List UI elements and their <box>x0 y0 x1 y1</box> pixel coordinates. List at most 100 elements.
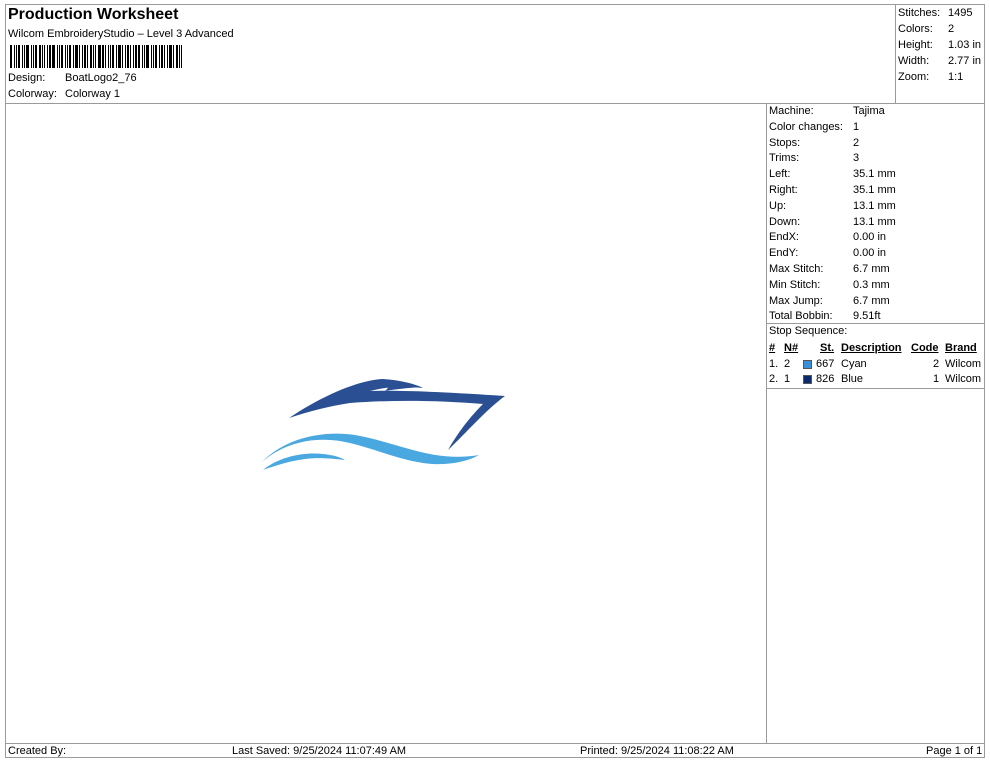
col-num: # <box>769 342 776 354</box>
barcode-bar <box>142 45 143 68</box>
design-name: BoatLogo2_76 <box>65 72 137 84</box>
machine-properties: Machine: Tajima Color changes: 1 Stops: 2 T… <box>769 104 985 325</box>
barcode-bar <box>26 45 29 68</box>
colorway-row: Colorway: Colorway 1 <box>8 88 120 100</box>
barcode-bar <box>118 45 121 68</box>
barcode-bar <box>14 45 15 68</box>
summary-panel: Stitches: 1495 Colors: 2 Height: 1.03 in Wi… <box>898 6 986 86</box>
footer-page-number: Page 1 of 1 <box>926 745 983 757</box>
barcode-bar <box>52 45 55 68</box>
barcode-bar <box>24 45 25 68</box>
barcode-bar <box>108 45 109 68</box>
barcode-bar <box>22 45 23 68</box>
barcode-bar <box>35 45 37 68</box>
barcode-bar <box>176 45 178 68</box>
barcode-bar <box>67 45 68 68</box>
barcode-bar <box>146 45 149 68</box>
prop-machine: Machine: Tajima <box>769 105 885 117</box>
prop-trims: Trims: 3 <box>769 152 860 165</box>
barcode-bar <box>73 45 74 68</box>
barcode-bar <box>61 45 63 68</box>
prop-down: Down: 13.1 mm <box>769 215 896 228</box>
barcode-bar <box>133 45 134 68</box>
page-title: Production Worksheet <box>8 6 179 23</box>
footer-created-by: Created By: <box>8 745 67 757</box>
design-barcode <box>10 45 184 68</box>
barcode-bar <box>49 45 51 68</box>
barcode-bar <box>82 45 83 68</box>
table-row: 2. 1 826 Blue 1 Wilcom <box>769 373 982 385</box>
barcode-bar <box>173 45 174 68</box>
barcode-bar <box>93 45 94 68</box>
barcode-bar <box>151 45 152 68</box>
col-brand: Brand <box>945 342 977 354</box>
barcode-bar <box>10 45 12 68</box>
barcode-bar <box>69 45 71 68</box>
barcode-bar <box>161 45 163 68</box>
barcode-bar <box>159 45 160 68</box>
summary-stitches: Stitches: 1495 <box>898 7 973 19</box>
barcode-bar <box>138 45 140 68</box>
color-swatch <box>803 359 812 369</box>
footer-last-saved: Last Saved: 9/25/2024 11:07:49 AM <box>232 745 407 757</box>
barcode-bar <box>79 45 80 68</box>
barcode-bar <box>87 45 88 68</box>
barcode-bar <box>65 45 66 68</box>
col-stitch-color: St. <box>820 342 835 354</box>
barcode-bar <box>130 45 131 68</box>
barcode-bar <box>16 45 17 68</box>
boat-logo-artwork <box>262 379 505 470</box>
prop-total-bobbin: Total Bobbin: 9.51ft <box>769 310 881 323</box>
summary-width: Width: 2.77 in <box>898 55 982 67</box>
stop-sequence-table: # N# St. Description Code Brand 1. 2 667… <box>768 341 985 388</box>
barcode-bar <box>59 45 60 68</box>
summary-height: Height: 1.03 in <box>898 39 982 51</box>
col-code: Code <box>911 342 939 354</box>
stop-sequence-title: Stop Sequence: <box>769 325 848 337</box>
barcode-bar <box>125 45 126 68</box>
barcode-bar <box>39 45 41 68</box>
barcode-bar <box>167 45 168 68</box>
color-swatch <box>803 375 812 384</box>
barcode-bar <box>110 45 111 68</box>
sequence-end-divider <box>766 388 985 389</box>
colorway-name: Colorway 1 <box>65 88 121 100</box>
barcode-bar <box>155 45 157 68</box>
prop-endy: EndY: 0.00 in <box>769 247 887 260</box>
prop-max-stitch: Max Stitch: 6.7 mm <box>769 262 890 275</box>
barcode-bar <box>98 45 101 68</box>
barcode-bar <box>90 45 92 68</box>
barcode-bar <box>57 45 58 68</box>
prop-right: Right: 35.1 mm <box>769 183 896 196</box>
prop-up: Up: 13.1 mm <box>769 199 896 212</box>
barcode-bar <box>164 45 165 68</box>
prop-min-stitch: Min Stitch: 0.3 mm <box>769 278 890 291</box>
prop-endx: EndX: 0.00 in <box>769 231 887 244</box>
prop-stops: Stops: 2 <box>769 136 860 149</box>
barcode-bar <box>112 45 114 68</box>
prop-left: Left: 35.1 mm <box>769 168 896 181</box>
design-preview <box>5 104 767 744</box>
barcode-bar <box>31 45 32 68</box>
prop-max-jump: Max Jump: 6.7 mm <box>769 294 890 307</box>
barcode-bar <box>169 45 172 68</box>
design-row: Design: BoatLogo2_76 <box>8 72 137 84</box>
barcode-bar <box>105 45 106 68</box>
barcode-bar <box>33 45 34 68</box>
software-name: Wilcom EmbroideryStudio – Level 3 Advanc… <box>8 28 234 40</box>
barcode-bar <box>153 45 154 68</box>
barcode-bar <box>84 45 86 68</box>
col-needle: N# <box>784 342 799 354</box>
barcode-bar <box>44 45 45 68</box>
barcode-bar <box>116 45 117 68</box>
wave-lower <box>263 453 345 470</box>
summary-colors: Colors: 2 <box>898 23 955 35</box>
barcode-bar <box>127 45 129 68</box>
footer-printed: Printed: 9/25/2024 11:08:22 AM <box>580 745 734 757</box>
colorway-label: Colorway: <box>8 88 57 100</box>
barcode-bar <box>47 45 48 68</box>
table-row: 1. 2 667 Cyan 2 Wilcom <box>769 357 982 370</box>
summary-divider <box>895 4 896 103</box>
barcode-bar <box>102 45 104 68</box>
prop-color-changes: Color changes: 1 <box>769 120 860 133</box>
